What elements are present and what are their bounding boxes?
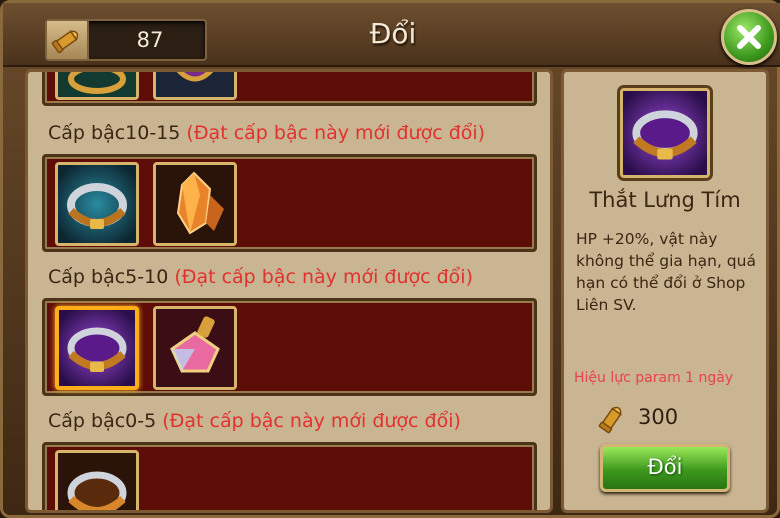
reward-row-5-10 (42, 298, 537, 396)
tier-label-10-15: Cấp bậc10-15 (Đạt cấp bậc này mới được đ… (48, 122, 485, 144)
tier-label-0-5: Cấp bậc0-5 (Đạt cấp bậc này mới được đổi… (48, 410, 461, 432)
reward-row-0-5 (42, 442, 537, 510)
shield-item-icon[interactable] (153, 72, 237, 100)
item-detail-panel: Thắt Lưng Tím HP +20%, vật này không thể… (561, 69, 769, 513)
exchange-window: 87 Đổi Cấp bậc10-15 (Đạt cấp bậc này mới… (0, 0, 780, 518)
reward-row-scrolled (42, 72, 537, 106)
item-validity: Hiệu lực param 1 ngày (574, 370, 734, 386)
tier-requirement: (Đạt cấp bậc này mới được đổi) (162, 410, 461, 432)
potion-gem-icon[interactable] (153, 306, 237, 390)
exchange-button[interactable]: Đổi (600, 444, 730, 492)
close-button[interactable] (721, 9, 777, 65)
reward-row-10-15 (42, 154, 537, 252)
tier-requirement: (Đạt cấp bậc này mới được đổi) (186, 122, 486, 144)
orange-belt-icon[interactable] (55, 450, 139, 510)
tier-range: Cấp bậc10-15 (48, 122, 181, 144)
bullet-icon (47, 21, 89, 59)
item-name: Thắt Lưng Tím (589, 188, 741, 212)
purple-belt-icon (620, 88, 710, 178)
teal-item-icon[interactable] (55, 72, 139, 100)
tier-range: Cấp bậc0-5 (48, 410, 157, 432)
cyan-belt-icon[interactable] (55, 162, 139, 246)
tier-requirement: (Đạt cấp bậc này mới được đổi) (174, 266, 473, 288)
tier-label-5-10: Cấp bậc5-10 (Đạt cấp bậc này mới được đổ… (48, 266, 473, 288)
currency-display: 87 (45, 19, 207, 61)
title-bar: 87 Đổi (3, 3, 780, 67)
currency-value: 87 (136, 28, 164, 52)
purple-belt-icon[interactable] (55, 306, 139, 390)
close-x-icon (737, 25, 761, 49)
item-description: HP +20%, vật này không thể gia hạn, quá … (576, 230, 756, 314)
window-title: Đổi (369, 17, 417, 50)
bullet-icon (598, 406, 622, 434)
reward-list[interactable]: Cấp bậc10-15 (Đạt cấp bậc này mới được đ… (25, 69, 553, 513)
item-price: 300 (592, 402, 742, 434)
price-value: 300 (638, 405, 679, 429)
tier-range: Cấp bậc5-10 (48, 266, 169, 288)
orange-crystal-icon[interactable] (153, 162, 237, 246)
